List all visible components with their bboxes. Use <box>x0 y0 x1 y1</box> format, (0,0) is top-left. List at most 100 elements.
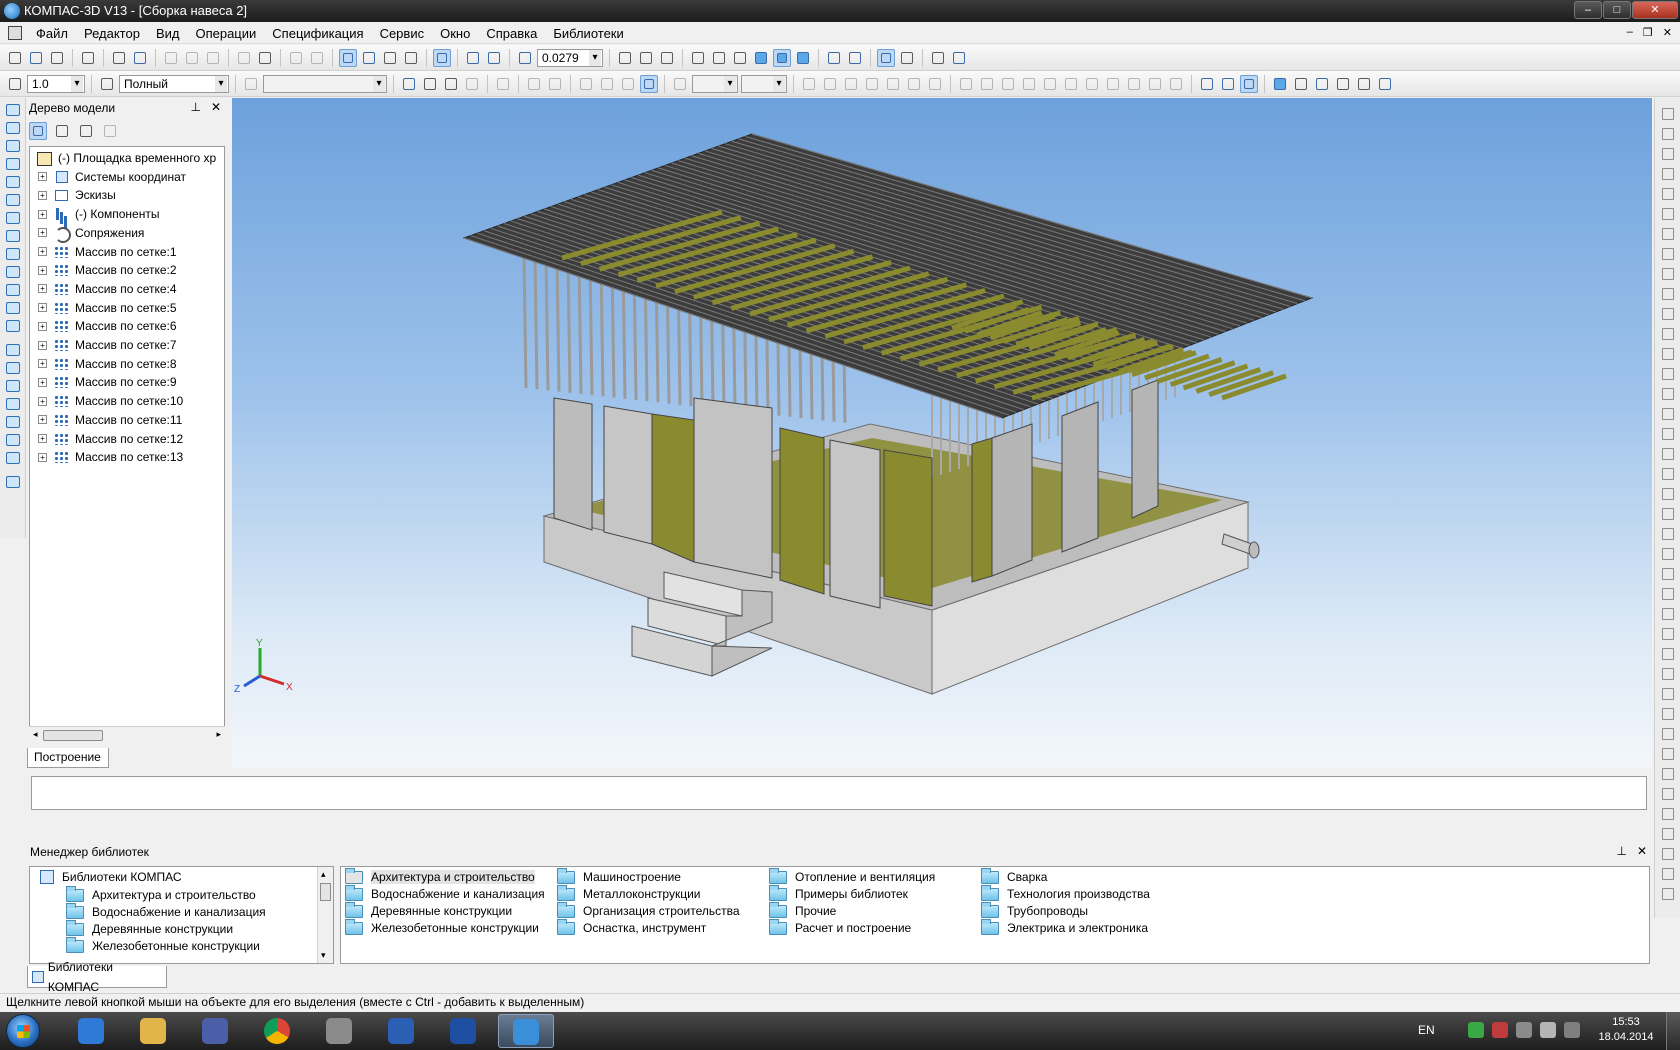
library-tree-item[interactable]: Железобетонные конструкции <box>66 936 260 955</box>
surface-icon[interactable] <box>1334 75 1352 93</box>
variables-icon[interactable] <box>381 49 399 67</box>
menu-item-6[interactable]: Окно <box>440 26 470 41</box>
lcs-tool-icon[interactable] <box>4 432 22 448</box>
right-tool-icon[interactable] <box>1660 566 1676 582</box>
y-coordinate-input[interactable] <box>741 75 787 93</box>
right-tool-icon[interactable] <box>1660 586 1676 602</box>
tree-item[interactable]: + Массив по сетке:13 <box>30 448 183 466</box>
copy-icon[interactable] <box>183 49 201 67</box>
taskbar-app[interactable] <box>188 1014 244 1048</box>
diagnostics-tool-icon[interactable] <box>4 318 22 334</box>
right-tool-icon[interactable] <box>1660 746 1676 762</box>
line-style-icon[interactable] <box>98 75 116 93</box>
tray-flag-icon[interactable] <box>1492 1022 1508 1038</box>
layer-select[interactable] <box>263 75 387 93</box>
scroll-up-icon[interactable]: ▴ <box>321 869 326 880</box>
tree-item[interactable]: + Массив по сетке:1 <box>30 243 177 261</box>
tree-structure-icon[interactable] <box>29 122 47 140</box>
library-item[interactable]: Водоснабжение и канализация <box>345 884 545 903</box>
right-tool-icon[interactable] <box>1660 366 1676 382</box>
library-item[interactable]: Оснастка, инструмент <box>557 918 706 937</box>
right-tool-icon[interactable] <box>1660 506 1676 522</box>
dimension-8-icon[interactable] <box>1104 75 1122 93</box>
tree-item[interactable]: (-) Площадка временного хр <box>30 149 216 167</box>
right-tool-icon[interactable] <box>1660 486 1676 502</box>
point-icon[interactable] <box>494 75 512 93</box>
ortho-icon[interactable] <box>577 75 595 93</box>
close-button[interactable]: ✕ <box>1632 1 1678 19</box>
library-list[interactable]: Архитектура и строительство Водоснабжение… <box>340 866 1650 964</box>
body-icon[interactable] <box>1355 75 1373 93</box>
lib-close-icon[interactable]: ✕ <box>1637 844 1647 858</box>
zoom-out-icon[interactable] <box>485 49 503 67</box>
expand-icon[interactable]: + <box>38 396 47 406</box>
library-item[interactable]: Железобетонные конструкции <box>345 918 539 937</box>
constraint-2-icon[interactable] <box>821 75 839 93</box>
formula-icon[interactable] <box>442 75 460 93</box>
expand-icon[interactable]: + <box>38 172 47 182</box>
zoom-window-icon[interactable] <box>433 49 451 67</box>
filter-icon[interactable] <box>825 49 843 67</box>
maximize-button[interactable]: □ <box>1603 1 1631 19</box>
tree-item[interactable]: + Массив по сетке:2 <box>30 261 177 279</box>
menu-item-0[interactable]: Файл <box>36 26 68 41</box>
right-tool-icon[interactable] <box>1660 206 1676 222</box>
tree-item[interactable]: + Массив по сетке:5 <box>30 299 177 317</box>
tree-item[interactable]: + Массив по сетке:9 <box>30 373 177 391</box>
document-icon[interactable] <box>8 26 22 40</box>
surfaces-icon[interactable] <box>4 156 22 172</box>
expand-icon[interactable]: + <box>38 265 47 275</box>
library-item[interactable]: Организация строительства <box>557 901 740 920</box>
dimension-11-icon[interactable] <box>1167 75 1185 93</box>
help-pointer-icon[interactable] <box>402 49 420 67</box>
library-item[interactable]: Деревянные конструкции <box>345 901 512 920</box>
view-top-icon[interactable] <box>1219 75 1237 93</box>
tree-item[interactable]: + Массив по сетке:4 <box>30 280 177 298</box>
tree-item[interactable]: + Массив по сетке:6 <box>30 317 177 335</box>
expand-icon[interactable]: + <box>38 452 47 462</box>
tree-item[interactable]: + Массив по сетке:11 <box>30 411 182 429</box>
measure-icon[interactable] <box>929 49 947 67</box>
right-tool-icon[interactable] <box>1660 126 1676 142</box>
coordinates-icon[interactable] <box>671 75 689 93</box>
library-tree-item[interactable]: Деревянные конструкции <box>66 919 233 938</box>
edit-sketch-icon[interactable] <box>421 75 439 93</box>
spec-tool-icon[interactable] <box>4 264 22 280</box>
undo-icon[interactable] <box>287 49 305 67</box>
library-tree[interactable]: ▴ ▾ Библиотеки КОМПАС Архитектура и строи… <box>29 866 334 964</box>
snap-icon[interactable] <box>546 75 564 93</box>
rotate-icon[interactable] <box>637 49 655 67</box>
right-tool-icon[interactable] <box>1660 786 1676 802</box>
menu-item-3[interactable]: Операции <box>195 26 256 41</box>
right-tool-icon[interactable] <box>1660 166 1676 182</box>
dimension-9-icon[interactable] <box>1125 75 1143 93</box>
view-front-icon[interactable] <box>1198 75 1216 93</box>
library-item[interactable]: Трубопроводы <box>981 901 1088 920</box>
clock[interactable]: 15:53 18.04.2014 <box>1598 1015 1654 1045</box>
angle-icon[interactable] <box>619 75 637 93</box>
taskbar-app[interactable] <box>64 1014 120 1048</box>
library-item[interactable]: Прочие <box>769 901 836 920</box>
perspective-icon[interactable] <box>794 49 812 67</box>
library-item[interactable]: Машиностроение <box>557 867 681 886</box>
taskbar-app[interactable] <box>126 1014 182 1048</box>
constraint-4-icon[interactable] <box>863 75 881 93</box>
right-tool-icon[interactable] <box>1660 306 1676 322</box>
right-tool-icon[interactable] <box>1660 546 1676 562</box>
menu-item-1[interactable]: Редактор <box>84 26 140 41</box>
tree-item[interactable]: + Массив по сетке:10 <box>30 392 183 410</box>
command-input-field[interactable] <box>31 776 1647 810</box>
menu-item-5[interactable]: Сервис <box>380 26 425 41</box>
hidden-lines-icon[interactable] <box>710 49 728 67</box>
control-point-icon[interactable] <box>4 450 22 466</box>
right-tool-icon[interactable] <box>1660 886 1676 902</box>
right-tool-icon[interactable] <box>1660 246 1676 262</box>
right-tool-icon[interactable] <box>1660 406 1676 422</box>
zoom-value-input[interactable]: 0.0279 <box>537 49 603 67</box>
grid-icon[interactable] <box>525 75 543 93</box>
tab-build[interactable]: Построение <box>27 748 109 768</box>
taskbar-app[interactable] <box>374 1014 430 1048</box>
right-tool-icon[interactable] <box>1660 866 1676 882</box>
library-root[interactable]: Библиотеки КОМПАС <box>40 868 182 886</box>
taskbar-app[interactable] <box>498 1014 554 1048</box>
